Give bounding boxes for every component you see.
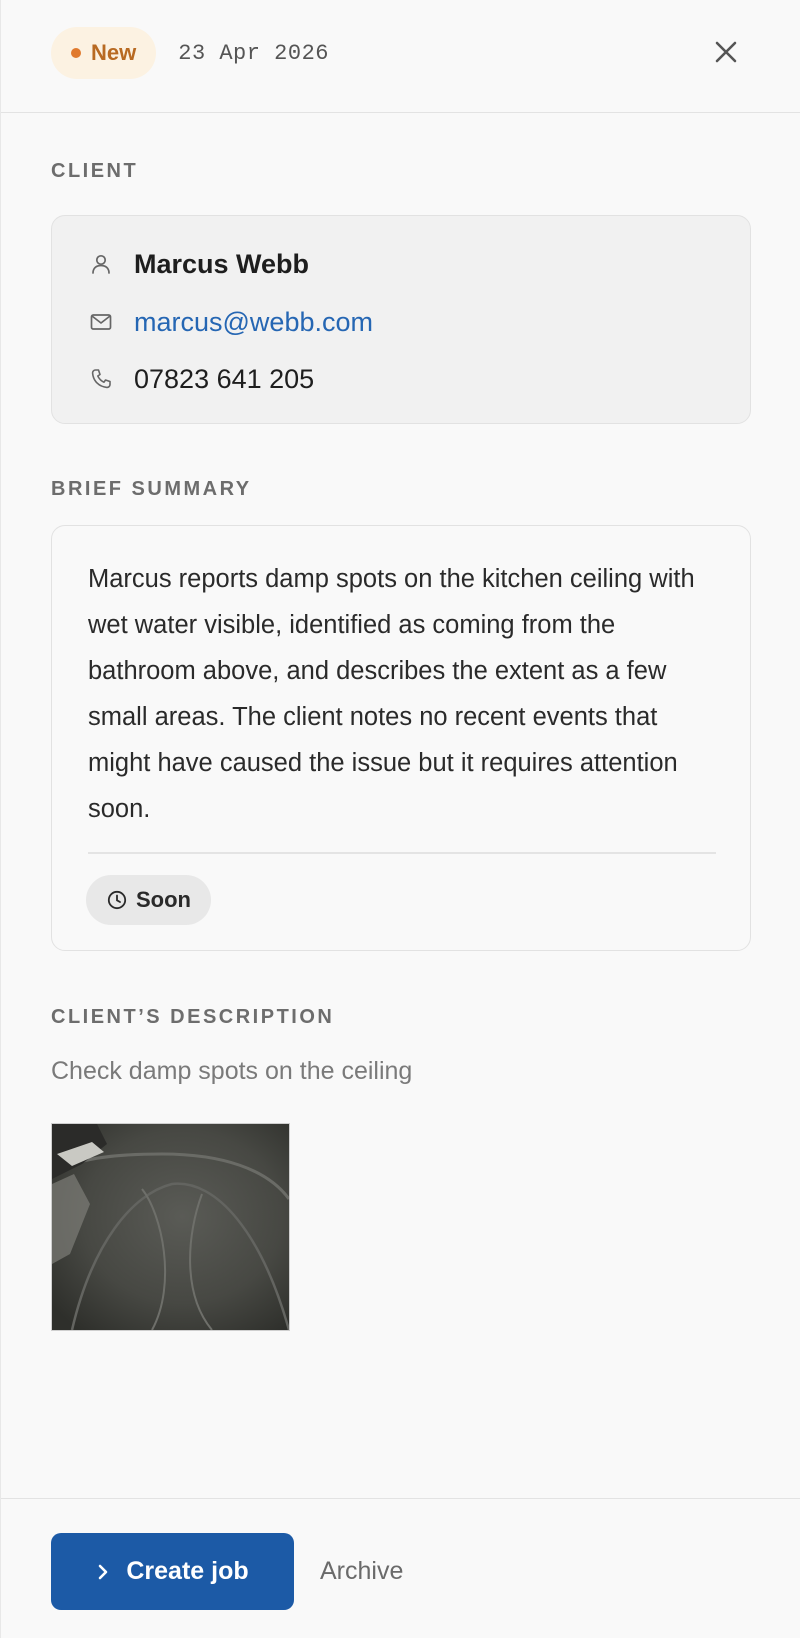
- urgency-badge: Soon: [86, 875, 211, 925]
- archive-button[interactable]: Archive: [320, 1533, 403, 1610]
- client-card: Marcus Webb marcus@webb.com 07823 641 20…: [51, 215, 751, 424]
- client-description-text: Check damp spots on the ceiling: [51, 1057, 413, 1085]
- received-date: 23 Apr 2026: [178, 40, 329, 66]
- clock-icon: [107, 890, 127, 910]
- client-phone-row: 07823 641 205: [88, 357, 314, 401]
- mail-icon: [88, 309, 114, 335]
- panel-header: New 23 Apr 2026: [1, 0, 800, 113]
- status-dot-icon: [71, 48, 81, 58]
- summary-text: Marcus reports damp spots on the kitchen…: [88, 565, 695, 823]
- create-job-button[interactable]: Create job: [51, 1533, 294, 1610]
- client-name: Marcus Webb: [134, 248, 310, 279]
- panel-footer: Create job Archive: [1, 1498, 800, 1638]
- close-button[interactable]: [710, 36, 742, 68]
- status-badge: New: [51, 27, 157, 79]
- client-phone: 07823 641 205: [134, 363, 315, 394]
- phone-icon: [88, 366, 114, 392]
- summary-divider: [88, 852, 716, 854]
- lead-detail-panel: New 23 Apr 2026 CLIENT Marcus Webb marcu…: [0, 0, 800, 1638]
- person-icon: [88, 251, 114, 277]
- create-job-label: Create job: [126, 1557, 249, 1585]
- client-section-label: CLIENT: [51, 160, 139, 182]
- status-label: New: [91, 40, 137, 65]
- description-section-label: CLIENT’S DESCRIPTION: [51, 1006, 335, 1028]
- attached-photo-thumbnail[interactable]: [51, 1123, 290, 1331]
- chevron-right-icon: [96, 1563, 110, 1581]
- close-icon: [715, 41, 737, 63]
- client-name-row: Marcus Webb: [88, 242, 309, 286]
- summary-section-label: BRIEF SUMMARY: [51, 478, 252, 500]
- client-email-link[interactable]: marcus@webb.com: [134, 307, 373, 338]
- client-email-row: marcus@webb.com: [88, 300, 373, 344]
- urgency-label: Soon: [136, 887, 191, 912]
- ceiling-photo-image: [52, 1124, 289, 1330]
- summary-card: Marcus reports damp spots on the kitchen…: [51, 525, 751, 951]
